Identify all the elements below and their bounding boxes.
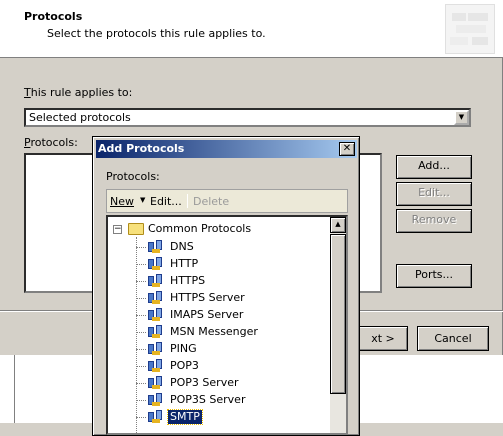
toolbar-edit-button[interactable]: Edit... bbox=[150, 195, 182, 208]
protocol-label: HTTPS bbox=[170, 274, 206, 287]
dropdown-arrow-icon[interactable]: ▼ bbox=[454, 110, 469, 125]
tree-connector-line bbox=[136, 298, 146, 299]
tree-connector-line bbox=[136, 400, 146, 401]
protocols-list-label: Protocols: bbox=[24, 136, 78, 149]
background-window-edge bbox=[14, 355, 15, 423]
protocol-icon bbox=[148, 308, 164, 322]
edit-button[interactable]: Edit... bbox=[396, 182, 472, 206]
tree-connector-line bbox=[136, 417, 146, 418]
tree-connector-line bbox=[136, 247, 146, 248]
protocol-icon bbox=[148, 291, 164, 305]
new-menu-button[interactable]: New bbox=[110, 195, 134, 208]
remove-button[interactable]: Remove bbox=[396, 209, 472, 233]
cancel-button[interactable]: Cancel bbox=[417, 326, 489, 351]
protocol-label: HTTP bbox=[170, 257, 199, 270]
protocols-label-text: rotocols: bbox=[30, 136, 78, 149]
tree-node-common-protocols[interactable]: Common Protocols bbox=[148, 222, 251, 235]
tree-connector-line bbox=[136, 237, 137, 433]
applies-to-dropdown[interactable]: Selected protocols ▼ bbox=[24, 108, 471, 127]
tree-connector-line bbox=[136, 281, 146, 282]
protocol-icon bbox=[148, 342, 164, 356]
protocol-label: POP3 Server bbox=[170, 376, 239, 389]
protocol-icon bbox=[148, 410, 164, 424]
applies-to-label-text: his rule applies to: bbox=[30, 86, 133, 99]
applies-to-label-accel: T bbox=[24, 86, 31, 99]
protocol-icon bbox=[148, 359, 164, 373]
new-dropdown-arrow-icon[interactable]: ▼ bbox=[140, 196, 145, 204]
protocol-icon bbox=[148, 325, 164, 339]
close-icon[interactable]: ✕ bbox=[339, 142, 355, 156]
scrollbar-thumb[interactable] bbox=[330, 234, 346, 394]
protocol-label: MSN Messenger bbox=[170, 325, 258, 338]
toolbar-delete-button[interactable]: Delete bbox=[193, 195, 229, 208]
tree-connector-line bbox=[136, 315, 146, 316]
wizard-header: Protocols Select the protocols this rule… bbox=[0, 0, 503, 58]
page-title: Protocols bbox=[24, 10, 83, 23]
protocol-icon bbox=[148, 393, 164, 407]
tree-connector-line bbox=[136, 366, 146, 367]
applies-to-value: Selected protocols bbox=[29, 111, 131, 124]
protocols-tree[interactable]: − Common Protocols DNS HTTP HTTPS HTTPS Ser… bbox=[106, 215, 348, 435]
tree-connector-line bbox=[136, 264, 146, 265]
page-subtitle: Select the protocols this rule applies t… bbox=[47, 27, 266, 40]
protocol-label: SMTP bbox=[167, 409, 203, 425]
protocol-label: POP3 bbox=[170, 359, 199, 372]
ports-button[interactable]: Ports... bbox=[396, 264, 472, 288]
protocol-label: PING bbox=[170, 342, 197, 355]
protocol-label: HTTPS Server bbox=[170, 291, 245, 304]
dialog-titlebar[interactable]: Add Protocols ✕ bbox=[96, 140, 357, 158]
protocol-label: POP3S Server bbox=[170, 393, 246, 406]
wizard-banner-icon bbox=[445, 4, 495, 54]
protocol-icon bbox=[148, 257, 164, 271]
tree-connector-line bbox=[136, 383, 146, 384]
dialog-title: Add Protocols bbox=[98, 142, 185, 155]
applies-to-label: This rule applies to: bbox=[24, 86, 132, 99]
tree-connector-line bbox=[136, 349, 146, 350]
dialog-protocols-label: Protocols: bbox=[106, 170, 160, 183]
folder-open-icon bbox=[128, 223, 144, 235]
protocol-icon bbox=[148, 376, 164, 390]
scroll-up-icon[interactable]: ▲ bbox=[330, 217, 346, 233]
toolbar-separator bbox=[187, 194, 188, 208]
protocol-icon bbox=[148, 240, 164, 254]
protocols-toolbar: New ▼ Edit... Delete bbox=[106, 189, 348, 213]
tree-connector-line bbox=[136, 332, 146, 333]
protocol-label: IMAPS Server bbox=[170, 308, 244, 321]
tree-scrollbar[interactable]: ▲ bbox=[330, 217, 346, 433]
protocol-label: DNS bbox=[170, 240, 194, 253]
add-protocols-dialog: Add Protocols ✕ Protocols: New ▼ Edit...… bbox=[92, 136, 360, 436]
protocol-icon bbox=[148, 274, 164, 288]
collapse-icon[interactable]: − bbox=[113, 225, 122, 234]
add-button[interactable]: Add... bbox=[396, 155, 472, 179]
